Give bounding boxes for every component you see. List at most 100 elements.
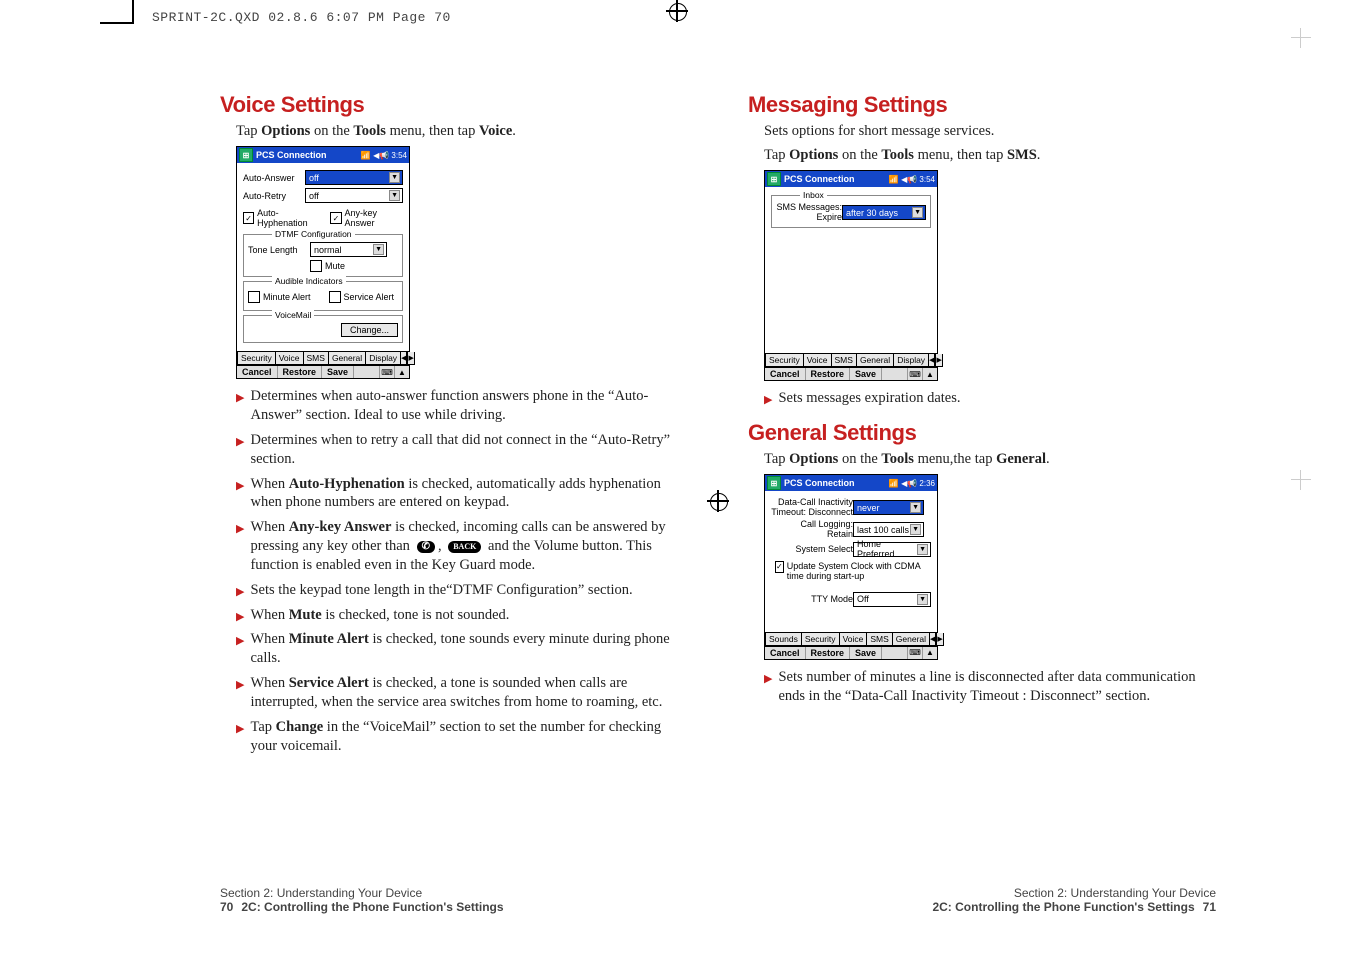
bullet: Sets messages expiration dates. bbox=[778, 389, 1216, 408]
t: Tools bbox=[353, 123, 386, 139]
expire-select[interactable]: after 30 days▼ bbox=[842, 205, 926, 220]
tabs-right-icon[interactable]: ▶ bbox=[407, 352, 414, 365]
tab-security[interactable]: Security bbox=[801, 633, 840, 646]
restore-button[interactable]: Restore bbox=[278, 366, 323, 378]
chevron-down-icon[interactable]: ▼ bbox=[912, 207, 923, 218]
start-icon[interactable]: ⊞ bbox=[767, 172, 781, 186]
inactivity-select[interactable]: never▼ bbox=[853, 500, 924, 515]
t: on the bbox=[310, 123, 353, 139]
up-icon[interactable]: ▲ bbox=[922, 368, 937, 380]
chevron-down-icon[interactable]: ▼ bbox=[373, 244, 384, 255]
general-step: Tap Options on the Tools menu,the tap Ge… bbox=[764, 450, 1216, 468]
footer-section: Section 2: Understanding Your Device bbox=[220, 886, 718, 900]
tabs-left-icon[interactable]: ◀ bbox=[400, 352, 407, 365]
messaging-intro: Sets options for short message services. bbox=[764, 122, 1216, 140]
arrow-icon: ▶ bbox=[236, 585, 244, 599]
update-clock-checkbox[interactable]: ✓Update System Clock with CDMA time duri… bbox=[775, 561, 931, 582]
tab-voice[interactable]: Voice bbox=[803, 354, 832, 367]
any-key-answer-checkbox[interactable]: ✓Any-key Answer bbox=[330, 208, 403, 228]
auto-retry-select[interactable]: off▼ bbox=[305, 188, 403, 203]
tab-security[interactable]: Security bbox=[237, 352, 276, 365]
voice-step: Tap Options on the Tools menu, then tap … bbox=[236, 122, 688, 140]
minute-alert-checkbox[interactable]: Minute Alert bbox=[248, 291, 311, 303]
general-screenshot: ⊞ PCS Connection 📶 ◀📢 2:36 Data-Call Ina… bbox=[764, 474, 938, 659]
service-alert-checkbox[interactable]: Service Alert bbox=[329, 291, 395, 303]
tab-general[interactable]: General bbox=[328, 352, 366, 365]
tab-sms[interactable]: SMS bbox=[831, 354, 857, 367]
crop-horizontal bbox=[100, 22, 134, 24]
tabs-right-icon[interactable]: ▶ bbox=[935, 354, 942, 367]
start-icon[interactable]: ⊞ bbox=[767, 476, 781, 490]
left-page: Voice Settings Tap Options on the Tools … bbox=[150, 60, 718, 914]
tab-voice[interactable]: Voice bbox=[839, 633, 868, 646]
end-call-icon bbox=[417, 541, 435, 553]
restore-button[interactable]: Restore bbox=[806, 368, 851, 380]
keyboard-icon[interactable]: ⌨ bbox=[379, 366, 394, 378]
tab-display[interactable]: Display bbox=[365, 352, 401, 365]
tabs-right-icon[interactable]: ▶ bbox=[936, 633, 943, 646]
chevron-down-icon[interactable]: ▼ bbox=[917, 544, 928, 555]
auto-answer-select[interactable]: off▼ bbox=[305, 170, 403, 185]
chevron-down-icon[interactable]: ▼ bbox=[389, 190, 400, 201]
tabs-left-icon[interactable]: ◀ bbox=[929, 633, 936, 646]
voice-heading: Voice Settings bbox=[220, 92, 688, 118]
t: Tap bbox=[236, 123, 261, 139]
tty-select[interactable]: Off▼ bbox=[853, 592, 931, 607]
system-select[interactable]: Home Preferred▼ bbox=[853, 542, 931, 557]
audible-legend: Audible Indicators bbox=[272, 276, 346, 286]
dtmf-legend: DTMF Configuration bbox=[272, 229, 355, 239]
bullet: Sets the keypad tone length in the“DTMF … bbox=[250, 581, 688, 600]
chevron-down-icon[interactable]: ▼ bbox=[917, 594, 928, 605]
chevron-down-icon[interactable]: ▼ bbox=[910, 502, 921, 513]
page-number: 71 bbox=[1203, 900, 1216, 914]
save-button[interactable]: Save bbox=[322, 366, 354, 378]
tab-general[interactable]: General bbox=[892, 633, 930, 646]
restore-button[interactable]: Restore bbox=[806, 647, 851, 659]
up-icon[interactable]: ▲ bbox=[394, 366, 409, 378]
expire-label: SMS Messages:Expire bbox=[776, 203, 842, 222]
inactivity-label: Data-Call InactivityTimeout: Disconnect bbox=[771, 498, 853, 517]
arrow-icon: ▶ bbox=[764, 672, 772, 686]
window-title: PCS Connection bbox=[256, 150, 361, 160]
cancel-button[interactable]: Cancel bbox=[765, 368, 806, 380]
tabs-left-icon[interactable]: ◀ bbox=[928, 354, 935, 367]
cancel-button[interactable]: Cancel bbox=[237, 366, 278, 378]
window-title: PCS Connection bbox=[784, 478, 889, 488]
start-icon[interactable]: ⊞ bbox=[239, 148, 253, 162]
chevron-down-icon[interactable]: ▼ bbox=[389, 172, 400, 183]
arrow-icon: ▶ bbox=[236, 435, 244, 449]
trim-mark-icon bbox=[1291, 470, 1311, 490]
auto-hyphenation-checkbox[interactable]: ✓Auto-Hyphenation bbox=[243, 208, 322, 228]
tone-length-select[interactable]: normal▼ bbox=[310, 242, 387, 257]
change-button[interactable]: Change... bbox=[341, 323, 398, 337]
tty-label: TTY Mode bbox=[771, 594, 853, 604]
inbox-legend: Inbox bbox=[800, 190, 827, 200]
log-select[interactable]: last 100 calls▼ bbox=[853, 522, 924, 537]
chevron-down-icon[interactable]: ▼ bbox=[910, 524, 921, 535]
cancel-button[interactable]: Cancel bbox=[765, 647, 806, 659]
mute-checkbox[interactable]: Mute bbox=[310, 260, 398, 272]
bullet: Determines when auto-answer function ans… bbox=[250, 387, 688, 425]
arrow-icon: ▶ bbox=[236, 391, 244, 405]
footer-subsection: 2C: Controlling the Phone Function's Set… bbox=[932, 900, 1194, 914]
arrow-icon: ▶ bbox=[236, 610, 244, 624]
arrow-icon: ▶ bbox=[236, 722, 244, 736]
voice-bullets: ▶ Determines when auto-answer function an… bbox=[236, 387, 688, 755]
save-button[interactable]: Save bbox=[850, 647, 882, 659]
tab-display[interactable]: Display bbox=[893, 354, 929, 367]
tab-security[interactable]: Security bbox=[765, 354, 804, 367]
up-icon[interactable]: ▲ bbox=[922, 647, 937, 659]
messaging-heading: Messaging Settings bbox=[748, 92, 1216, 118]
tab-general[interactable]: General bbox=[856, 354, 894, 367]
tab-sms[interactable]: SMS bbox=[866, 633, 892, 646]
messaging-step: Tap Options on the Tools menu, then tap … bbox=[764, 146, 1216, 164]
keyboard-icon[interactable]: ⌨ bbox=[907, 368, 922, 380]
status-bar: 📶 ◀📢 2:36 bbox=[889, 479, 935, 488]
keyboard-icon[interactable]: ⌨ bbox=[907, 647, 922, 659]
bullet: When Any-key Answer is checked, incoming… bbox=[250, 518, 688, 575]
tab-sms[interactable]: SMS bbox=[303, 352, 329, 365]
tab-voice[interactable]: Voice bbox=[275, 352, 304, 365]
save-button[interactable]: Save bbox=[850, 368, 882, 380]
tab-sounds[interactable]: Sounds bbox=[765, 633, 802, 646]
page-number: 70 bbox=[220, 900, 233, 914]
